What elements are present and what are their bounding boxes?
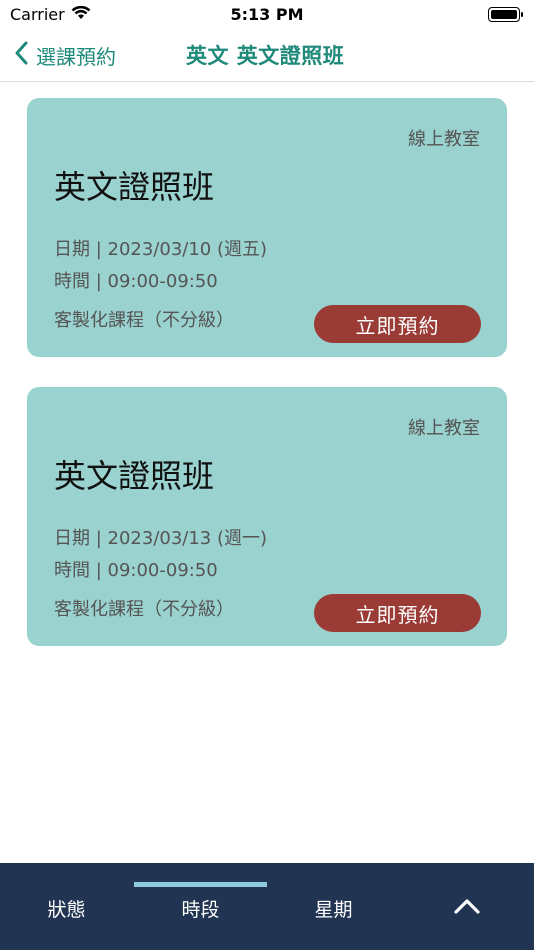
back-button-label: 選課預約 xyxy=(36,44,116,69)
bottom-tab-bar: 狀態 時段 星期 xyxy=(0,863,534,950)
status-bar: Carrier 5:13 PM xyxy=(0,0,534,28)
course-title: 英文證照班 xyxy=(54,168,215,206)
tab-time-slot[interactable]: 時段 xyxy=(134,863,267,950)
status-left: Carrier xyxy=(10,5,91,24)
wifi-icon xyxy=(71,5,91,24)
course-date: 日期 | 2023/03/10 (週五) xyxy=(54,239,268,260)
page-title: 英文 英文證照班 xyxy=(186,44,345,68)
tab-weekday[interactable]: 星期 xyxy=(267,863,400,950)
tab-label: 時段 xyxy=(181,899,220,921)
tab-label: 狀態 xyxy=(47,899,86,921)
navigation-bar: 選課預約 英文 英文證照班 xyxy=(0,28,534,82)
expand-button[interactable] xyxy=(400,863,533,950)
tab-status[interactable]: 狀態 xyxy=(0,863,133,950)
course-time: 時間 | 09:00-09:50 xyxy=(54,271,218,292)
course-type: 客製化課程（不分級） xyxy=(54,310,234,331)
course-card: 線上教室 英文證照班 日期 | 2023/03/13 (週一) 時間 | 09:… xyxy=(27,387,507,646)
course-location: 線上教室 xyxy=(408,129,480,150)
chevron-left-icon xyxy=(14,41,28,70)
course-title: 英文證照班 xyxy=(54,457,215,495)
course-type: 客製化課程（不分級） xyxy=(54,599,234,620)
battery-fill xyxy=(491,9,517,19)
tab-label: 星期 xyxy=(314,899,353,921)
carrier-label: Carrier xyxy=(10,4,65,24)
course-time: 時間 | 09:00-09:50 xyxy=(54,560,218,581)
book-now-button[interactable]: 立即預約 xyxy=(314,594,481,632)
chevron-up-icon xyxy=(453,895,481,920)
active-tab-indicator xyxy=(134,882,267,887)
course-card: 線上教室 英文證照班 日期 | 2023/03/10 (週五) 時間 | 09:… xyxy=(27,98,507,357)
battery-icon xyxy=(488,6,523,22)
course-location: 線上教室 xyxy=(408,418,480,439)
book-now-button[interactable]: 立即預約 xyxy=(314,305,481,343)
course-date: 日期 | 2023/03/13 (週一) xyxy=(54,528,268,549)
back-button[interactable]: 選課預約 xyxy=(14,38,116,72)
